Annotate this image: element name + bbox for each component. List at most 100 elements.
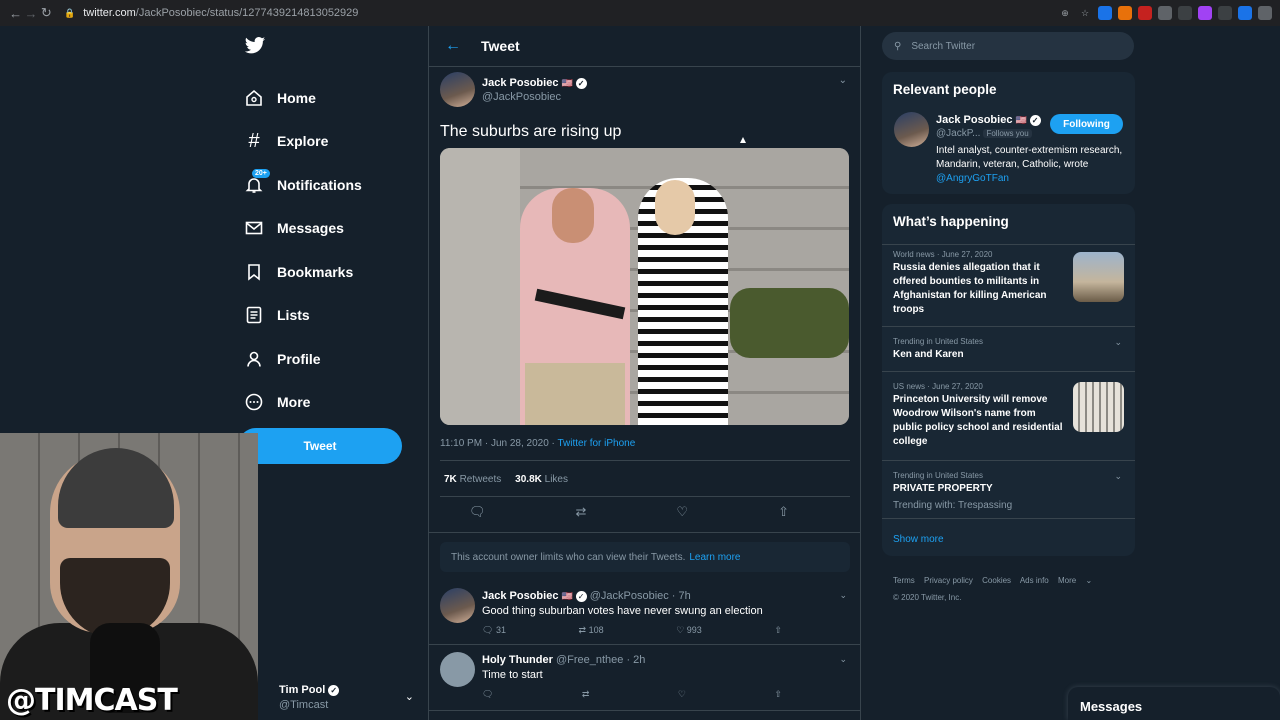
- messages-drawer[interactable]: Messages: [1068, 687, 1280, 720]
- footer-link[interactable]: Cookies: [982, 576, 1011, 585]
- author-avatar[interactable]: [440, 72, 475, 107]
- trend-item[interactable]: Trending in United States Ken and Karen …: [882, 326, 1135, 371]
- trend-headline: Russia denies allegation that it offered…: [893, 262, 1047, 315]
- bell-icon: 20+: [244, 168, 270, 195]
- webcam-handle-overlay: @TIMCAST: [6, 683, 178, 718]
- address-bar[interactable]: 🔒 twitter.com/JackPosobiec/status/127743…: [58, 2, 1058, 24]
- relevant-person-handle: @JackP... Follows you: [936, 128, 1032, 139]
- extension-icon[interactable]: [1138, 6, 1152, 20]
- main-column: ← Tweet Jack Posobiec 🇺🇸 ✓ @JackPosobiec ⌄…: [428, 26, 861, 720]
- retweet-count[interactable]: 7K Retweets: [444, 474, 501, 485]
- extension-icon[interactable]: [1118, 6, 1132, 20]
- reply-author: Jack Posobiec 🇺🇸 ✓ @JackPosobiec · 7h: [482, 590, 691, 602]
- extension-icon[interactable]: [1178, 6, 1192, 20]
- page-title: Tweet: [481, 38, 520, 54]
- reply-icon[interactable]: 🗨 31: [482, 625, 506, 636]
- nav-home-label: Home: [277, 89, 316, 106]
- hash-icon: #: [248, 129, 260, 152]
- share-icon[interactable]: ⇧: [774, 689, 782, 700]
- footer-link[interactable]: Privacy policy: [924, 576, 973, 585]
- tweet-photo[interactable]: [440, 148, 849, 425]
- chevron-down-icon[interactable]: ⌄: [839, 75, 847, 86]
- like-icon[interactable]: ♡: [676, 504, 688, 520]
- relevant-person-bio: Intel analyst, counter-extremism researc…: [936, 145, 1123, 184]
- chevron-down-icon[interactable]: ⌄: [1114, 471, 1122, 482]
- trend-item[interactable]: World news · June 27, 2020 Russia denies…: [882, 244, 1135, 326]
- photo-pants: [525, 363, 625, 425]
- back-arrow-icon[interactable]: ←: [445, 37, 461, 55]
- footer-more-link[interactable]: More ⌄: [1058, 576, 1092, 585]
- account-switcher[interactable]: Tim Pool ✓ @Timcast ⌄: [258, 684, 428, 716]
- twitter-logo-icon[interactable]: [244, 36, 266, 56]
- chevron-down-icon[interactable]: ⌄: [839, 590, 847, 601]
- trend-item[interactable]: US news · June 27, 2020 Princeton Univer…: [882, 371, 1135, 460]
- learn-more-link[interactable]: Learn more: [689, 552, 740, 563]
- chevron-down-icon[interactable]: ⌄: [1114, 337, 1122, 348]
- nav-messages-label: Messages: [277, 220, 344, 237]
- reply-actions: 🗨 ⇄ ♡ ⇧: [482, 689, 782, 700]
- nav-explore[interactable]: # Explore: [238, 120, 362, 164]
- tweet-stats: 7K Retweets 30.8K Likes: [444, 474, 568, 485]
- verified-icon: ✓: [575, 590, 587, 602]
- chevron-down-icon[interactable]: ⌄: [839, 654, 847, 665]
- compose-tweet-button[interactable]: Tweet: [238, 428, 402, 464]
- trend-headline: Princeton University will remove Woodrow…: [893, 394, 1063, 447]
- relevant-person-avatar[interactable]: [894, 112, 929, 147]
- nav-notifications-label: Notifications: [277, 176, 362, 193]
- bookmark-icon: [244, 262, 264, 282]
- like-icon[interactable]: ♡: [678, 689, 686, 700]
- reply-author: Holy Thunder @Free_nthee · 2h: [482, 654, 646, 666]
- retweet-icon[interactable]: ⇄ 108: [579, 625, 604, 636]
- nav-more[interactable]: More: [238, 381, 362, 425]
- reply-icon[interactable]: 🗨: [469, 504, 486, 520]
- search-input[interactable]: ⚲ Search Twitter: [882, 32, 1134, 60]
- nav-home[interactable]: Home: [238, 76, 362, 120]
- extension-icon[interactable]: [1198, 6, 1212, 20]
- nav-profile[interactable]: Profile: [238, 337, 362, 381]
- main-header: ← Tweet: [429, 26, 860, 67]
- reload-icon[interactable]: ↻: [39, 2, 54, 24]
- bio-mention-link[interactable]: @AngryGoTFan: [936, 173, 1009, 184]
- retweet-icon[interactable]: ⇄: [582, 689, 590, 700]
- footer-link[interactable]: Terms: [893, 576, 915, 585]
- tweet-author-name[interactable]: Jack Posobiec 🇺🇸 ✓: [482, 77, 587, 89]
- retweet-icon[interactable]: ⇄: [576, 504, 587, 520]
- share-icon[interactable]: ⇧: [774, 625, 782, 636]
- relevant-person-name[interactable]: Jack Posobiec 🇺🇸 ✓: [936, 114, 1041, 126]
- nav-lists[interactable]: Lists: [238, 294, 362, 338]
- share-icon[interactable]: ⇧: [778, 504, 789, 520]
- nav-more-label: More: [277, 394, 311, 411]
- footer: Terms Privacy policy Cookies Ads info Mo…: [893, 572, 1133, 606]
- list-icon: [244, 305, 264, 325]
- nav-notifications[interactable]: 20+ Notifications: [238, 163, 362, 207]
- star-icon[interactable]: ☆: [1078, 6, 1092, 20]
- reply-avatar[interactable]: [440, 652, 475, 687]
- extension-icon[interactable]: [1218, 6, 1232, 20]
- extension-icon[interactable]: [1158, 6, 1172, 20]
- tweet-source-link[interactable]: Twitter for iPhone: [557, 438, 635, 449]
- reply-icon[interactable]: 🗨: [482, 689, 493, 700]
- show-more-link[interactable]: Show more: [893, 534, 944, 545]
- photo-column: [440, 148, 520, 425]
- footer-link[interactable]: Ads info: [1020, 576, 1049, 585]
- account-handle: @Timcast: [279, 699, 329, 711]
- back-arrow-icon[interactable]: ←: [8, 2, 23, 24]
- nav-bookmarks[interactable]: Bookmarks: [238, 250, 362, 294]
- nav-messages[interactable]: Messages: [238, 207, 362, 251]
- following-button[interactable]: Following: [1050, 114, 1123, 134]
- forward-arrow-icon[interactable]: →: [23, 2, 38, 24]
- like-icon[interactable]: ♡ 993: [676, 625, 702, 636]
- extension-icon[interactable]: [1098, 6, 1112, 20]
- reply-avatar[interactable]: [440, 588, 475, 623]
- nav-explore-label: Explore: [277, 133, 329, 150]
- extension-icon[interactable]: [1238, 6, 1252, 20]
- nav-profile-label: Profile: [277, 350, 321, 367]
- zoom-icon[interactable]: ⊕: [1058, 6, 1072, 20]
- profile-icon[interactable]: [1258, 6, 1272, 20]
- verified-icon: ✓: [575, 77, 587, 89]
- like-count[interactable]: 30.8K Likes: [515, 474, 568, 485]
- trend-headline: Ken and Karen: [893, 349, 964, 360]
- trend-item[interactable]: Trending in United States PRIVATE PROPER…: [882, 460, 1135, 518]
- tweet-author-handle[interactable]: @JackPosobiec: [482, 91, 561, 103]
- tweet-text: The suburbs are rising up: [440, 123, 622, 140]
